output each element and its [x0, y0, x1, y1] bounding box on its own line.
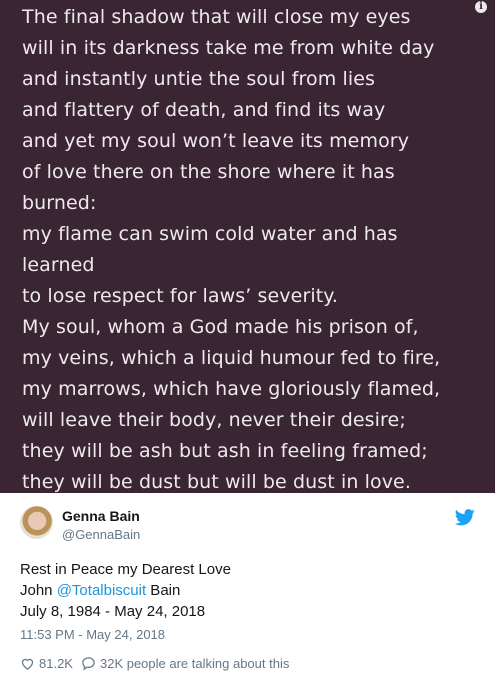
tweet-line: July 8, 1984 - May 24, 2018: [20, 603, 206, 620]
tweet-body: Rest in Peace my Dearest Love John @Tota…: [20, 559, 231, 622]
tweet-timestamp[interactable]: 11:53 PM - May 24, 2018: [20, 627, 165, 642]
embedded-tweet: Genna Bain @GennaBain Rest in Peace my D…: [0, 493, 495, 674]
tweet-actions: 81.2K 32K people are talking about this: [20, 654, 289, 672]
tweet-line: John @Totalbiscuit Bain: [20, 580, 231, 601]
poem-line: will leave their body, never their desir…: [22, 409, 406, 431]
comment-bubble-icon[interactable]: [81, 656, 96, 671]
poem-line: and instantly untie the soul from lies: [22, 68, 375, 90]
tweet-line-prefix: John: [20, 582, 57, 599]
poem-line: my marrows, which have gloriously flamed…: [22, 378, 441, 400]
tweet-line: Rest in Peace my Dearest Love: [20, 561, 231, 578]
likes-count[interactable]: 81.2K: [39, 656, 73, 671]
poem-line: The final shadow that will close my eyes: [22, 6, 411, 28]
mention-link[interactable]: @Totalbiscuit: [57, 582, 146, 599]
author-handle[interactable]: @GennaBain: [62, 527, 140, 542]
poem-line: my flame can swim cold water and has: [22, 223, 398, 245]
poem-line: to lose respect for laws’ severity.: [22, 285, 339, 307]
info-icon[interactable]: i: [475, 1, 487, 13]
poem-line: burned:: [22, 192, 97, 214]
poem-line: my veins, which a liquid humour fed to f…: [22, 347, 441, 369]
poem-line: and flattery of death, and find its way: [22, 99, 386, 121]
poem-line: and yet my soul won’t leave its memory: [22, 130, 410, 152]
tweet-line-suffix: Bain: [146, 582, 181, 599]
talking-count[interactable]: 32K people are talking about this: [100, 656, 289, 671]
avatar[interactable]: [20, 506, 53, 539]
poem-image-card: i The final shadow that will close my ey…: [0, 0, 495, 493]
poem-text: The final shadow that will close my eyes…: [22, 2, 495, 498]
poem-line: they will be ash but ash in feeling fram…: [22, 440, 428, 462]
poem-line: My soul, whom a God made his prison of,: [22, 316, 419, 338]
poem-line: learned: [22, 254, 95, 276]
poem-line: of love there on the shore where it has: [22, 161, 395, 183]
heart-icon[interactable]: [20, 656, 35, 671]
author-name[interactable]: Genna Bain: [62, 508, 140, 524]
poem-line: will in its darkness take me from white …: [22, 37, 435, 59]
twitter-bird-icon[interactable]: [455, 509, 475, 526]
